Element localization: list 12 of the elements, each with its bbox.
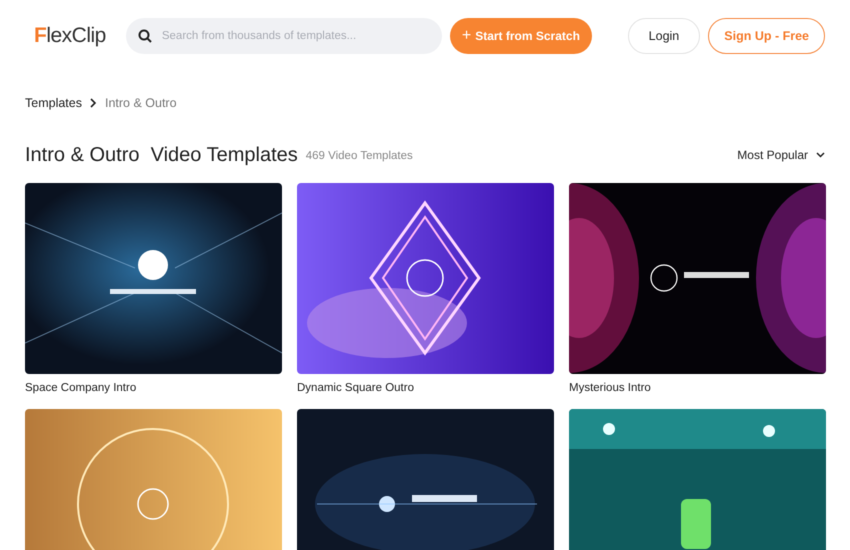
page-title: Intro & Outro Video Templates: [25, 142, 298, 167]
breadcrumb-link[interactable]: Templates: [25, 94, 82, 113]
template-title[interactable]: Mysterious Intro: [569, 380, 826, 397]
logo[interactable]: FlexClip: [34, 20, 106, 52]
template-title[interactable]: Dynamic Square Outro: [297, 380, 554, 397]
template-title[interactable]: Space Company Intro: [25, 380, 282, 397]
search-field[interactable]: Search from thousands of templates...: [126, 18, 442, 54]
sort-dropdown[interactable]: Most Popular: [737, 146, 825, 164]
chevron-down-icon: [816, 152, 825, 158]
chevron-right-icon: [90, 98, 97, 108]
login-button[interactable]: Login: [628, 18, 700, 54]
template-count: 469 Video Templates: [306, 149, 413, 164]
